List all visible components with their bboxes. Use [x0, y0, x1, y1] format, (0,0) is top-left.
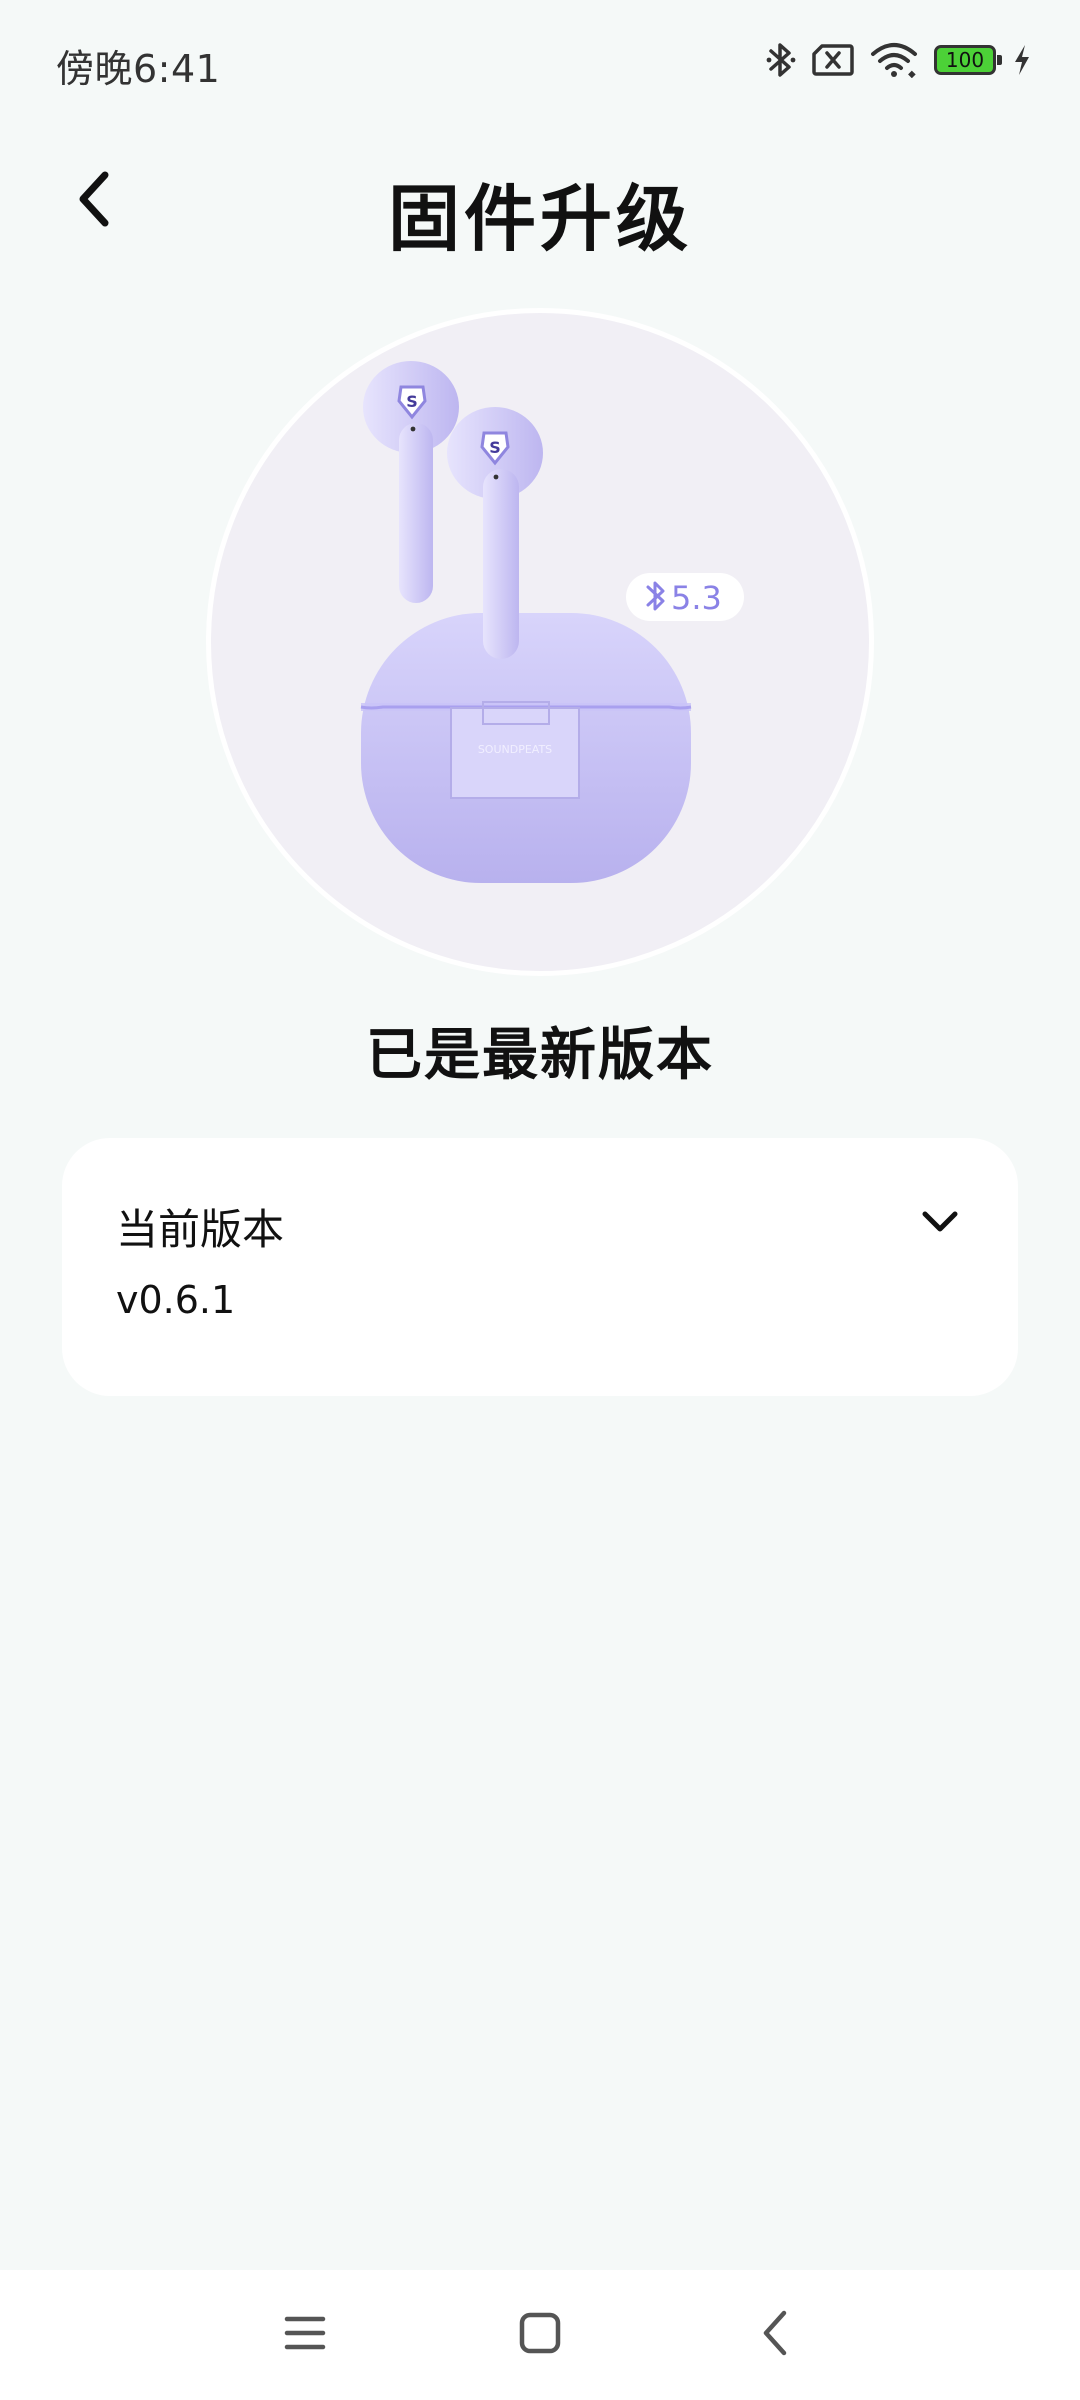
wifi-icon: ◆	[870, 42, 918, 78]
svg-text:S: S	[406, 392, 418, 411]
chevron-down-icon	[920, 1209, 960, 1239]
version-card[interactable]: 当前版本 v0.6.1	[62, 1138, 1018, 1396]
home-icon	[518, 2311, 562, 2359]
sim-error-icon	[812, 43, 854, 77]
product-image: SOUNDPEATS S S 5.3	[206, 308, 874, 976]
charging-icon	[1012, 43, 1032, 77]
menu-icon	[283, 2314, 327, 2356]
page-title: 固件升级	[387, 177, 692, 261]
battery-icon: 100	[934, 45, 1002, 75]
header: 固件升级	[0, 140, 1080, 261]
left-earbud: S	[363, 361, 459, 603]
expand-toggle-button[interactable]	[912, 1196, 968, 1252]
case-brand: SOUNDPEATS	[478, 743, 552, 756]
svg-text:◆: ◆	[908, 69, 916, 78]
bluetooth-version-badge: 5.3	[626, 573, 744, 621]
back-icon	[760, 2309, 790, 2361]
version-label: 当前版本	[116, 1205, 285, 1254]
status-time: 傍晚6:41	[56, 47, 221, 91]
battery-level: 100	[945, 48, 985, 72]
bluetooth-version: 5.3	[671, 579, 722, 617]
update-status: 已是最新版本	[366, 1023, 714, 1088]
status-icons: ◆ 100	[766, 40, 1032, 80]
system-back-button[interactable]	[740, 2300, 810, 2370]
version-value: v0.6.1	[116, 1278, 236, 1322]
svg-text:S: S	[489, 438, 501, 457]
charging-case: SOUNDPEATS	[360, 613, 692, 883]
home-button[interactable]	[505, 2300, 575, 2370]
bluetooth-icon	[766, 40, 796, 80]
recent-apps-button[interactable]	[270, 2300, 340, 2370]
status-bar: 傍晚6:41 ◆ 100	[0, 0, 1080, 120]
system-nav-bar	[0, 2270, 1080, 2400]
